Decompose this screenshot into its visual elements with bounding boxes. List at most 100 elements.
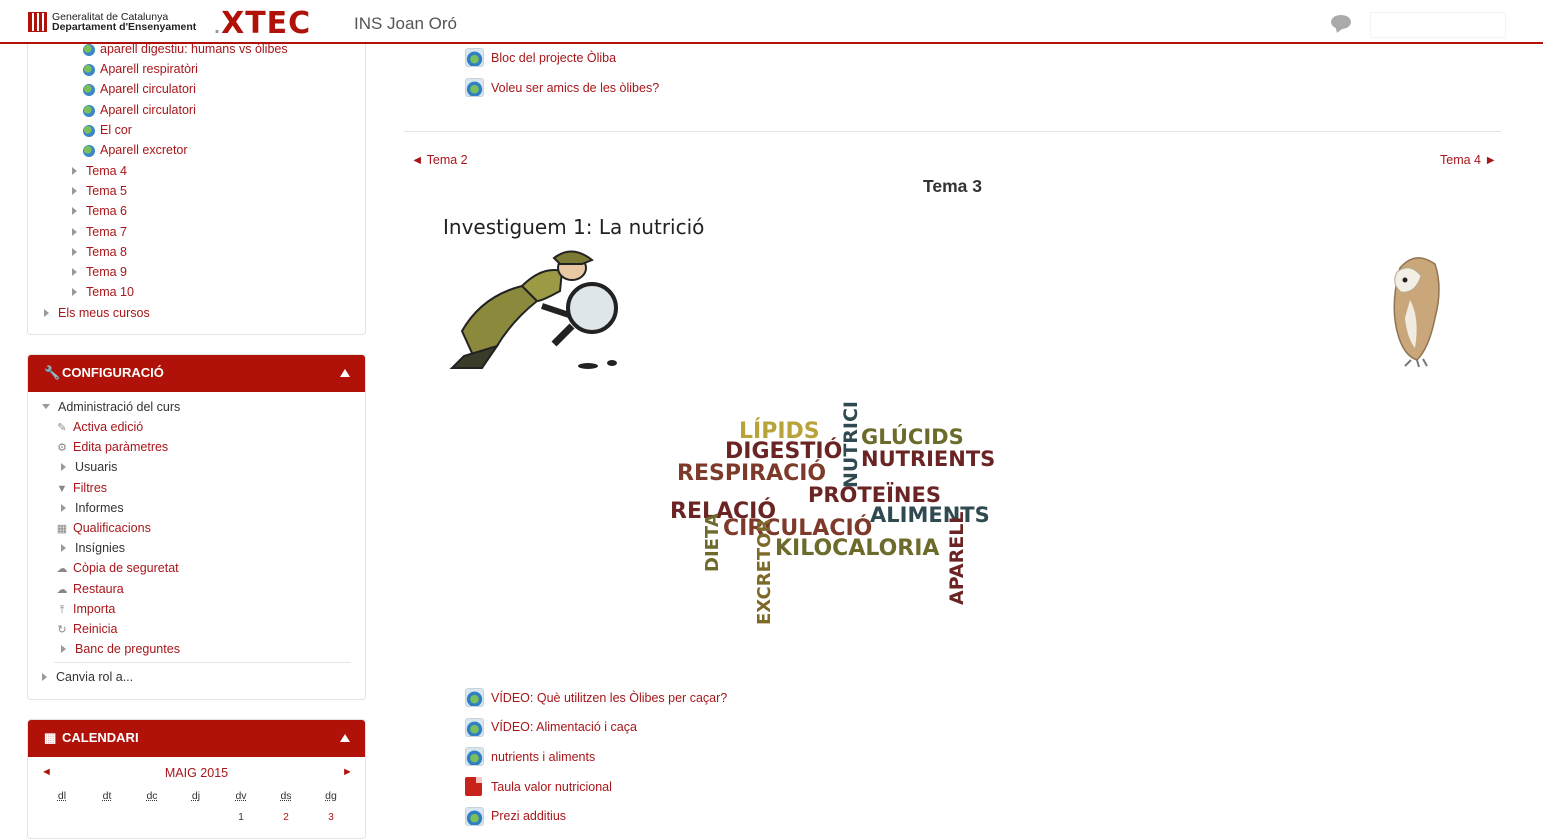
messages-icon[interactable] <box>1331 15 1351 29</box>
url-resource-icon <box>83 124 95 137</box>
nav-topic-link[interactable]: Tema 10 <box>72 285 134 299</box>
nav-resource-link[interactable]: El cor <box>100 123 132 137</box>
activity-link[interactable]: nutrients i aliments <box>465 747 596 767</box>
url-resource-icon <box>465 717 484 737</box>
calendar-weekday: dt <box>102 790 112 802</box>
nav-resource-link[interactable]: Aparell respiratòri <box>100 62 198 76</box>
config-item-label: Còpia de seguretat <box>73 561 179 576</box>
url-resource-icon <box>83 44 95 56</box>
calendar-weekday: dj <box>191 790 201 802</box>
activity-link[interactable]: VÍDEO: Alimentació i caça <box>465 717 637 737</box>
activity-link[interactable]: VÍDEO: Què utilitzen les Òlibes per caça… <box>465 688 727 707</box>
wordcloud-word: GLÚCIDS <box>861 424 964 449</box>
calendar-prev-button[interactable]: ◄ <box>41 766 52 778</box>
detective-illustration <box>449 250 618 369</box>
grid-icon: ▦ <box>56 523 68 535</box>
wordcloud-word: KILOCALORIA <box>775 536 939 561</box>
calendar-month[interactable]: MAIG 2015 <box>28 766 365 780</box>
nav-topic-label: Tema 5 <box>86 184 127 199</box>
site-title[interactable]: INS Joan Oró <box>354 14 457 34</box>
expand-icon <box>72 187 77 196</box>
nav-resource-link[interactable]: aparell digestiu: humans vs òlibes <box>100 42 288 56</box>
collapse-icon[interactable] <box>340 734 350 742</box>
gencat-logo[interactable]: Generalitat de Catalunya Departament d'E… <box>28 12 196 32</box>
top-bar: Generalitat de Catalunya Departament d'E… <box>0 0 1543 44</box>
nav-topic-label: Tema 8 <box>86 244 127 259</box>
activity-label: nutrients i aliments <box>491 749 596 764</box>
config-item-label: Importa <box>73 601 116 616</box>
config-item[interactable]: ▦ Qualificacions <box>55 521 151 535</box>
nav-topic-link[interactable]: Tema 5 <box>72 184 127 198</box>
activity-link[interactable]: Voleu ser amics de les òlibes? <box>465 78 659 97</box>
section-title: Tema 3 <box>922 176 982 196</box>
wordcloud-word: NUTRICIÓ <box>838 400 862 488</box>
config-item[interactable]: Usuaris <box>61 460 117 474</box>
config-block: 🔧 CONFIGURACIÓ Administració del curs ✎ Ac… <box>27 354 366 700</box>
config-item[interactable]: ▼ Filtres <box>55 481 107 495</box>
activity-label: Taula valor nutricional <box>491 779 612 794</box>
nav-topic-label: Tema 4 <box>86 164 127 178</box>
config-item[interactable]: ☁ Còpia de seguretat <box>55 561 179 575</box>
nav-topic-link[interactable]: Tema 6 <box>72 204 127 218</box>
calendar-day[interactable]: 1 <box>231 812 251 823</box>
calendar-weekday: ds <box>280 790 292 802</box>
expand-icon <box>72 288 77 297</box>
nav-topic-label: Tema 10 <box>86 285 134 300</box>
expand-icon <box>61 645 66 654</box>
config-item-label: Qualificacions <box>73 521 151 535</box>
prev-section-link[interactable]: ◄ Tema 2 <box>411 153 468 167</box>
wordcloud-word: DIETA <box>702 513 723 572</box>
expand-icon <box>42 673 47 681</box>
xtec-logo[interactable]: .XTEC <box>214 6 311 41</box>
next-section-link[interactable]: Tema 4 ► <box>1440 153 1497 167</box>
expand-icon <box>72 167 77 175</box>
config-item[interactable]: ✎ Activa edició <box>55 420 143 434</box>
section-heading: Investiguem 1: La nutrició <box>443 215 705 239</box>
calendar-weekday: dv <box>235 790 247 802</box>
url-resource-icon <box>465 806 484 826</box>
collapse-icon[interactable] <box>340 369 350 377</box>
activity-link[interactable]: Bloc del projecte Òliba <box>465 48 616 67</box>
wordcloud-word: RESPIRACIÓ <box>677 460 826 486</box>
cloud-backup-icon: ☁ <box>56 563 68 576</box>
gears-icon: ⚙ <box>57 442 67 455</box>
url-resource-icon <box>465 747 484 767</box>
url-resource-icon <box>465 688 484 707</box>
nav-resource-link[interactable]: Aparell circulatori <box>100 82 196 96</box>
nav-topic-label: Tema 9 <box>86 265 127 279</box>
nav-topic-link[interactable]: Tema 9 <box>72 265 127 279</box>
config-item[interactable]: ⚙ Edita paràmetres <box>55 440 168 454</box>
nav-topic-link[interactable]: Tema 4 <box>72 164 127 178</box>
switch-role-link[interactable]: Canvia rol a... <box>42 670 133 684</box>
nav-resource-link[interactable]: Aparell circulatori <box>100 103 196 117</box>
config-header[interactable]: 🔧 CONFIGURACIÓ <box>28 355 365 392</box>
config-item[interactable]: Banc de preguntes <box>61 642 180 656</box>
config-item[interactable]: ⤒ Importa <box>55 601 116 617</box>
calendar-header[interactable]: ▦ CALENDARI <box>28 720 365 757</box>
calendar-weekday: dc <box>146 790 158 802</box>
activity-label: VÍDEO: Alimentació i caça <box>491 720 637 735</box>
config-item[interactable]: ↻ Reinicia <box>55 622 117 636</box>
my-courses-link[interactable]: Els meus cursos <box>44 306 150 320</box>
nav-resource-link[interactable]: Aparell excretor <box>100 143 188 157</box>
calendar-next-button[interactable]: ► <box>342 766 353 778</box>
wordcloud-word: ALIMENTS <box>870 503 990 527</box>
config-item[interactable]: ☁ Restaura <box>55 582 124 596</box>
nav-topic-link[interactable]: Tema 7 <box>72 225 127 239</box>
search-input[interactable] <box>1370 12 1506 38</box>
import-icon: ⤒ <box>59 603 65 616</box>
expand-icon <box>61 503 66 512</box>
senyera-icon <box>28 12 47 32</box>
activity-link[interactable]: Prezi additius <box>465 806 566 826</box>
config-item[interactable]: Informes <box>61 501 124 515</box>
url-resource-icon <box>465 48 484 67</box>
config-item-label: Reinicia <box>73 622 118 636</box>
activity-link[interactable]: Taula valor nutricional <box>465 777 612 797</box>
calendar-day[interactable]: 3 <box>321 812 341 823</box>
url-resource-icon <box>465 78 484 97</box>
calendar-day[interactable]: 2 <box>276 812 296 823</box>
course-admin-toggle[interactable]: Administració del curs <box>42 400 180 414</box>
config-item[interactable]: Insígnies <box>61 541 125 555</box>
nav-topic-link[interactable]: Tema 8 <box>72 245 127 259</box>
section-divider <box>404 131 1501 132</box>
